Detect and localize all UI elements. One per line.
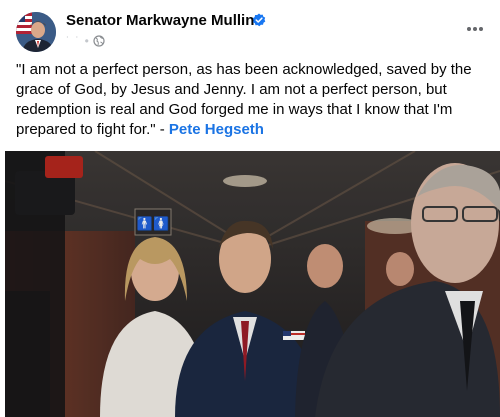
post-photo[interactable]: 🚹🚺 [5, 151, 500, 417]
post-header: Senator Markwayne Mullin ˙ ˙ • [0, 0, 500, 56]
mention-link[interactable]: Pete Hegseth [169, 121, 264, 138]
photo-image: 🚹🚺 [5, 151, 500, 417]
verified-badge-icon [252, 13, 266, 27]
more-options-button[interactable] [460, 16, 490, 42]
author-avatar[interactable] [16, 12, 56, 52]
globe-icon[interactable] [93, 35, 105, 47]
avatar-image [16, 12, 56, 52]
author-name[interactable]: Senator Markwayne Mullin [66, 12, 254, 29]
post-meta: ˙ ˙ • [66, 34, 105, 48]
post-body: "I am not a perfect person, as has been … [16, 60, 486, 140]
post-timestamp[interactable]: ˙ ˙ • [66, 34, 90, 48]
more-options-icon [467, 27, 483, 31]
